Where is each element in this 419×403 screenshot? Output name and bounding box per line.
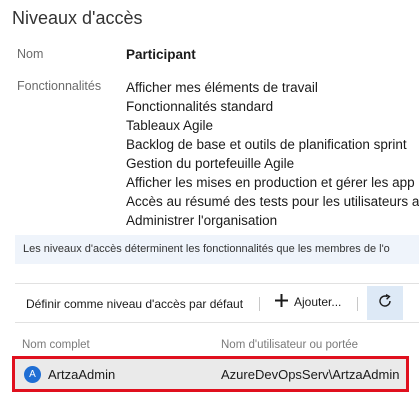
feature-item: Tableaux Agile <box>126 118 214 133</box>
feature-item: Fonctionnalités standard <box>126 99 274 114</box>
feature-item: Administrer l'organisation <box>126 213 278 228</box>
table-row[interactable]: A ArtzaAdmin AzureDevOpsServ\ArtzaAdmin <box>12 356 409 392</box>
add-button[interactable]: Ajouter... <box>275 294 341 310</box>
plus-icon <box>275 294 288 310</box>
user-full-name: ArtzaAdmin <box>48 367 116 382</box>
toolbar-top-divider <box>15 283 419 284</box>
column-header-username[interactable]: Nom d'utilisateur ou portée <box>221 339 358 351</box>
user-username: AzureDevOpsServ\ArtzaAdmin <box>221 367 400 382</box>
features-label: Fonctionnalités <box>17 79 102 93</box>
feature-item: Gestion du portefeuille Agile <box>126 156 295 171</box>
add-button-label: Ajouter... <box>294 295 342 309</box>
toolbar-bottom-divider <box>15 322 419 323</box>
features-list: Afficher mes éléments de travail Fonctio… <box>126 78 419 230</box>
refresh-icon <box>377 293 393 314</box>
toolbar-separator <box>357 297 358 311</box>
avatar: A <box>24 366 41 383</box>
set-default-button[interactable]: Définir comme niveau d'accès par défaut <box>26 297 243 311</box>
feature-item: Accès au résumé des tests pour les utili… <box>126 194 419 209</box>
info-text: Les niveaux d'accès déterminent les fonc… <box>23 243 390 255</box>
refresh-button[interactable] <box>367 286 403 320</box>
feature-item: Afficher mes éléments de travail <box>126 80 318 95</box>
feature-item: Afficher les mises en production et gére… <box>126 175 415 190</box>
page-title: Niveaux d'accès <box>12 8 143 28</box>
access-level-name: Participant <box>126 47 196 62</box>
info-bar: Les niveaux d'accès déterminent les fonc… <box>15 235 419 264</box>
feature-item: Backlog de base et outils de planificati… <box>126 137 407 152</box>
name-label: Nom <box>17 47 44 61</box>
toolbar-separator <box>259 297 260 311</box>
column-header-full-name[interactable]: Nom complet <box>22 339 90 351</box>
